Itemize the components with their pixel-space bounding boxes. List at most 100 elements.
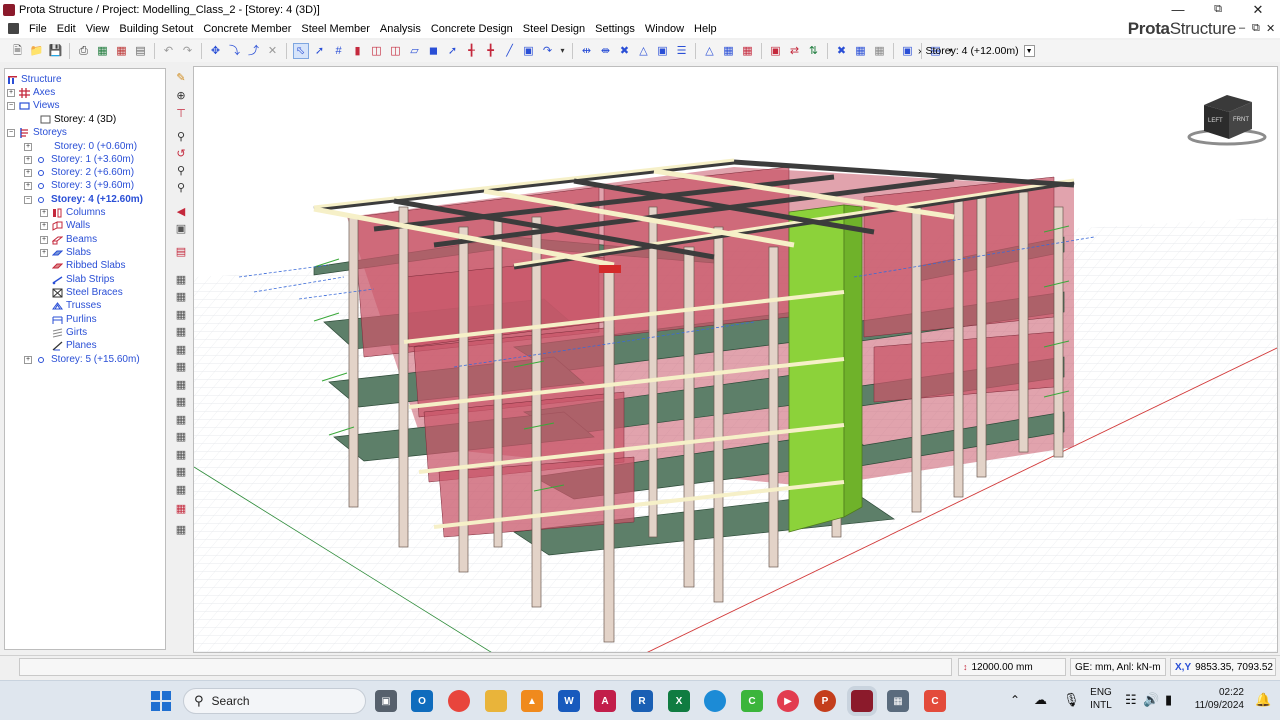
storey-view-2-icon[interactable]: ▦ — [173, 289, 189, 305]
expand-icon[interactable]: + — [40, 221, 48, 230]
sort-icon[interactable]: ⇅ — [806, 43, 822, 59]
file-explorer-icon[interactable] — [485, 690, 507, 712]
mdi-restore-button[interactable]: ⧉ — [1252, 22, 1260, 35]
prota-structure-taskbar-icon[interactable] — [851, 690, 873, 712]
windows-start-icon[interactable] — [150, 690, 172, 712]
expand-icon[interactable]: + — [24, 181, 32, 190]
align-icon[interactable]: ⇼ — [598, 43, 614, 59]
beam-icon[interactable]: ▱ — [407, 43, 423, 59]
microphone-icon[interactable]: 🎙 — [1063, 692, 1080, 708]
mirror-icon[interactable]: ✖ — [617, 43, 633, 59]
section-cut-icon[interactable]: ▤ — [173, 244, 189, 260]
expand-icon[interactable]: + — [24, 168, 32, 177]
menu-concrete-design[interactable]: Concrete Design — [426, 23, 518, 35]
document-menu-icon[interactable] — [8, 23, 19, 34]
camtasia-icon[interactable]: C — [741, 690, 763, 712]
chrome-icon[interactable] — [448, 690, 470, 712]
wall-2-icon[interactable]: ◫ — [388, 43, 404, 59]
layers-icon[interactable]: ☰ — [674, 43, 690, 59]
network-icon[interactable]: ☷ — [1125, 692, 1137, 708]
tree-views[interactable]: − Views — [7, 99, 60, 112]
outlook-icon[interactable]: O — [411, 690, 433, 712]
extend-icon[interactable]: ⤴ — [246, 43, 262, 59]
storey-view-6-icon[interactable]: ▦ — [173, 359, 189, 375]
report-icon[interactable]: ▤ — [133, 43, 149, 59]
tree-item-slabs[interactable]: + Slabs — [40, 246, 91, 259]
foundation-icon[interactable]: ▣ — [521, 43, 537, 59]
maximize-button[interactable]: ⧉ — [1198, 0, 1238, 19]
render-icon[interactable]: ▣ — [768, 43, 784, 59]
line-icon[interactable]: ➚ — [312, 43, 328, 59]
explode-icon[interactable]: ⇄ — [787, 43, 803, 59]
tree-item-purlins[interactable]: Purlins — [52, 313, 97, 326]
menu-building-setout[interactable]: Building Setout — [114, 23, 198, 35]
3d-viewport[interactable]: LEFT FRNT — [193, 66, 1278, 653]
pencil-icon[interactable]: ✎ — [173, 70, 189, 86]
load-icon[interactable]: ↷ — [540, 43, 556, 59]
tree-item-steel-braces[interactable]: Steel Braces — [52, 286, 123, 299]
menu-edit[interactable]: Edit — [52, 23, 81, 35]
expand-icon[interactable]: + — [40, 235, 48, 244]
view-cube[interactable]: LEFT FRNT — [1187, 95, 1267, 146]
storey-view-11-icon[interactable]: ▦ — [173, 447, 189, 463]
menu-help[interactable]: Help — [689, 23, 722, 35]
tree-item-beams[interactable]: + Beams — [40, 233, 97, 246]
storey-view-8-icon[interactable]: ▦ — [173, 394, 189, 410]
roof-icon[interactable]: △ — [636, 43, 652, 59]
axis-grid-icon[interactable]: # — [331, 43, 347, 59]
tree-storey-1[interactable]: + Storey: 1 (+3.60m) — [24, 153, 134, 166]
storey-view-3-icon[interactable]: ▦ — [173, 307, 189, 323]
save-icon[interactable]: 💾 — [48, 43, 64, 59]
steel-column-icon[interactable]: ╉ — [464, 43, 480, 59]
move-icon[interactable]: ✥ — [208, 43, 224, 59]
battery-icon[interactable]: ▮ — [1165, 692, 1172, 708]
dimension-icon[interactable]: ⇹ — [579, 43, 595, 59]
storey-view-10-icon[interactable]: ▦ — [173, 429, 189, 445]
cloud-icon[interactable]: ☁ — [1034, 692, 1047, 708]
mdi-close-button[interactable]: ✕ — [1266, 22, 1275, 35]
pan-icon[interactable]: ◀ — [173, 204, 189, 220]
delete-icon[interactable]: ✕ — [265, 43, 281, 59]
expand-icon[interactable]: + — [40, 208, 48, 217]
storey-view-15-icon[interactable]: ▦ — [173, 522, 189, 538]
storey-view-4-icon[interactable]: ▦ — [173, 324, 189, 340]
storey-view-12-icon[interactable]: ▦ — [173, 464, 189, 480]
new-file-icon[interactable]: 🗎 — [10, 43, 26, 59]
autocad-icon[interactable]: A — [594, 690, 616, 712]
panel-icon[interactable]: ▣ — [900, 43, 916, 59]
export-icon[interactable]: ▦ — [95, 43, 111, 59]
dropdown-arrow-icon[interactable]: ▾ — [559, 43, 567, 59]
vlc-icon[interactable]: ▲ — [521, 690, 543, 712]
storey-selector[interactable]: › Storey: 4 (+12.00m) ▼ — [918, 43, 1035, 59]
building-icon[interactable]: ▦ — [740, 43, 756, 59]
copy-view-icon[interactable]: ▣ — [173, 221, 189, 237]
grid-3d-icon[interactable]: ▦ — [721, 43, 737, 59]
tree-storey-4[interactable]: − Storey: 4 (+12.60m) — [24, 193, 143, 206]
zoom-previous-icon[interactable]: ↺ — [173, 146, 189, 162]
print-icon[interactable]: ⎙ — [76, 43, 92, 59]
storey-view-9-icon[interactable]: ▦ — [173, 412, 189, 428]
menu-analysis[interactable]: Analysis — [375, 23, 426, 35]
trim-icon[interactable]: ⤵ — [227, 43, 243, 59]
expand-icon[interactable]: + — [24, 155, 32, 164]
mesh-icon[interactable]: ▦ — [853, 43, 869, 59]
menu-file[interactable]: File — [24, 23, 52, 35]
powerpoint-icon[interactable]: P — [814, 690, 836, 712]
tree-item-girts[interactable]: Girts — [52, 326, 87, 339]
storey-view-13-icon[interactable]: ▦ — [173, 482, 189, 498]
storey-view-7-icon[interactable]: ▦ — [173, 377, 189, 393]
globe-icon[interactable]: ⊕ — [173, 88, 189, 104]
menu-steel-design[interactable]: Steel Design — [518, 23, 590, 35]
calculator-icon[interactable]: ▦ — [887, 690, 909, 712]
redo-icon[interactable]: ↷ — [180, 43, 196, 59]
zoom-window-icon[interactable]: ⚲ — [173, 163, 189, 179]
stair-icon[interactable]: ➚ — [445, 43, 461, 59]
notifications-bell-icon[interactable]: 🔔 — [1255, 692, 1271, 708]
expand-icon[interactable]: + — [24, 355, 32, 364]
recorder-icon[interactable]: C — [924, 690, 946, 712]
tree-item-trusses[interactable]: Trusses — [52, 299, 101, 312]
expand-icon[interactable]: + — [24, 142, 32, 151]
tree-axes[interactable]: + Axes — [7, 86, 55, 99]
minimize-button[interactable]: — — [1158, 0, 1198, 19]
column-icon[interactable]: ▮ — [350, 43, 366, 59]
